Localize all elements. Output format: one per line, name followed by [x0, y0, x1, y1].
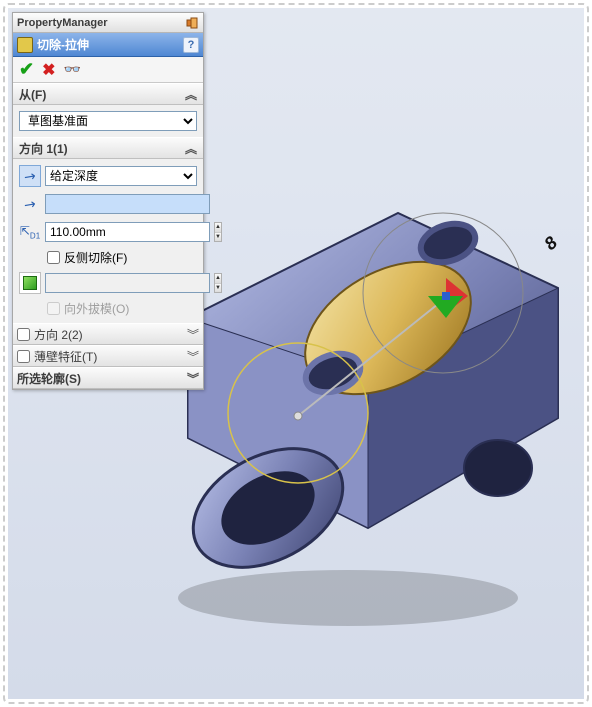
- depth-icon: ⇱D1: [19, 221, 41, 243]
- chevron-down-icon: ︾: [187, 326, 199, 343]
- draft-icon: [23, 276, 37, 290]
- property-manager-panel: PropertyManager 切除-拉伸 ? ✔ ✖ 👓 从(F) ︽ 草图基…: [12, 12, 204, 390]
- cut-extrude-icon: [17, 37, 33, 53]
- cancel-button[interactable]: ✖: [42, 60, 55, 80]
- draft-outward-checkbox: [47, 302, 60, 315]
- dimension-icon: ⇱D1: [20, 224, 40, 240]
- from-select[interactable]: 草图基准面: [19, 111, 197, 131]
- feature-header: 切除-拉伸 ?: [13, 33, 203, 57]
- section-dir1-body: ↗ 给定深度 ↗ ⇱D1 ▲▼ 反侧切除(F: [13, 159, 203, 323]
- draft-outward-row: 向外拔模(O): [19, 300, 197, 317]
- preview-button[interactable]: 👓: [64, 61, 81, 78]
- chevron-down-icon: ︾: [187, 370, 199, 387]
- chevron-down-icon: ︾: [187, 348, 199, 365]
- arrow-icon: ↗: [20, 194, 39, 215]
- panel-titlebar[interactable]: PropertyManager: [13, 13, 203, 33]
- thin-checkbox[interactable]: [17, 350, 30, 363]
- flip-side-checkbox[interactable]: [47, 251, 60, 264]
- ok-button[interactable]: ✔: [19, 59, 34, 80]
- section-contours-header[interactable]: 所选轮廓(S) ︾: [13, 367, 203, 389]
- draft-outward-label: 向外拔模(O): [64, 300, 129, 317]
- section-from-title: 从(F): [19, 86, 46, 103]
- draft-button[interactable]: [19, 272, 41, 294]
- depth-input[interactable]: [45, 222, 210, 242]
- depth-spinner[interactable]: ▲▼: [214, 222, 222, 242]
- flip-side-row[interactable]: 反侧切除(F): [19, 249, 197, 266]
- section-from-header[interactable]: 从(F) ︽: [13, 83, 203, 105]
- section-dir2-title: 方向 2(2): [34, 326, 83, 343]
- help-button[interactable]: ?: [183, 37, 199, 53]
- 3d-viewport[interactable]: 8 PropertyManager 切除-拉伸 ? ✔ ✖ 👓 从(F) ︽: [8, 8, 584, 699]
- direction-reference-input[interactable]: [45, 194, 210, 214]
- confirm-row: ✔ ✖ 👓: [13, 57, 203, 83]
- arrow-icon: ↗: [20, 166, 39, 187]
- flip-side-label: 反侧切除(F): [64, 249, 127, 266]
- section-contours-title: 所选轮廓(S): [17, 370, 81, 387]
- panel-title: PropertyManager: [17, 17, 181, 29]
- section-thin-header[interactable]: 薄壁特征(T) ︾: [13, 345, 203, 367]
- reverse-direction-button[interactable]: ↗: [19, 165, 41, 187]
- section-dir2-header[interactable]: 方向 2(2) ︾: [13, 323, 203, 345]
- pin-icon[interactable]: [185, 16, 199, 30]
- section-thin-title: 薄壁特征(T): [34, 348, 97, 365]
- section-from-body: 草图基准面: [13, 105, 203, 137]
- direction-vector-button[interactable]: ↗: [19, 193, 41, 215]
- draft-spinner[interactable]: ▲▼: [214, 273, 222, 293]
- dir2-checkbox[interactable]: [17, 328, 30, 341]
- chevron-up-icon: ︽: [185, 140, 197, 157]
- feature-name: 切除-拉伸: [37, 36, 89, 53]
- end-condition-select[interactable]: 给定深度: [45, 166, 197, 186]
- section-dir1-title: 方向 1(1): [19, 140, 68, 157]
- chevron-up-icon: ︽: [185, 86, 197, 103]
- section-dir1-header[interactable]: 方向 1(1) ︽: [13, 137, 203, 159]
- draft-input[interactable]: [45, 273, 210, 293]
